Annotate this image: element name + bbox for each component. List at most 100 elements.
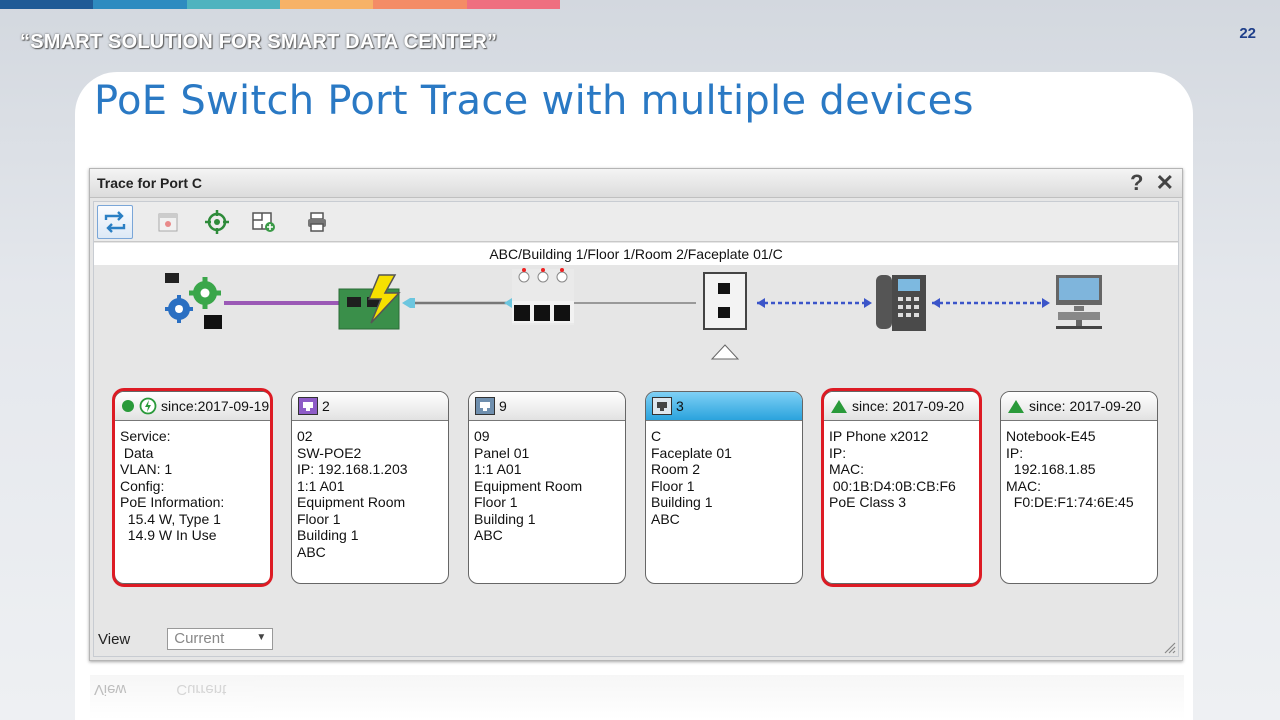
- power-status-icon: [139, 397, 157, 415]
- trace-card-service[interactable]: since:2017-09-19 Service: Data VLAN: 1 Con…: [114, 391, 272, 584]
- card-line: Equipment Room: [474, 477, 583, 494]
- card-since-date: since:2017-09-19: [161, 398, 270, 414]
- dialog-titlebar: Trace for Port C ? ✕: [90, 169, 1182, 198]
- dialog-reflection: View Current: [90, 675, 1184, 720]
- card-line: Faceplate 01: [651, 444, 732, 461]
- slide-tagline: “SMART SOLUTION FOR SMART DATA CENTER”: [20, 31, 498, 53]
- card-line: MAC:: [829, 461, 864, 477]
- card-line: C: [651, 428, 662, 444]
- resize-grip-icon[interactable]: [1162, 640, 1176, 654]
- card-line: SW-POE2: [297, 444, 362, 461]
- color-segment: [279, 0, 374, 9]
- card-details: Notebook-E45 IP: 192.168.1.85 MAC: F0:DE:F…: [1001, 421, 1157, 518]
- card-line: Data: [120, 444, 154, 461]
- panel-port-icon: [475, 397, 495, 415]
- reflection-content: View Current: [94, 681, 226, 698]
- dialog-title: Trace for Port C: [97, 175, 203, 191]
- toolbar: [94, 202, 1178, 242]
- locate-button[interactable]: [199, 205, 235, 239]
- trace-card-outlet[interactable]: 3 C Faceplate 01 Room 2 Floor 1 Building 1 AB…: [645, 391, 803, 584]
- color-segment: [373, 0, 467, 9]
- card-line: IP: 192.168.1.203: [297, 461, 408, 477]
- card-line: ABC: [297, 543, 326, 560]
- card-line: 15.4 W, Type 1: [120, 510, 221, 527]
- floorplan-button[interactable]: [246, 205, 282, 239]
- arrow-head: [1042, 298, 1050, 308]
- card-details: 02 SW-POE2 IP: 192.168.1.203 1:1 A01 Equipme…: [292, 421, 448, 567]
- card-line: 02: [297, 428, 313, 444]
- card-header: since: 2017-09-20: [1001, 392, 1157, 421]
- trace-card-ip-phone[interactable]: since: 2017-09-20 IP Phone x2012 IP: MAC: …: [823, 391, 981, 584]
- triangle-status-icon: [831, 399, 847, 413]
- card-line: 00:1B:D4:0B:CB:F6: [829, 477, 956, 494]
- service-gear-icon: [165, 273, 222, 329]
- calendar-icon: [158, 213, 178, 232]
- dialog-body: ABC/Building 1/Floor 1/Room 2/Faceplate …: [93, 201, 1179, 657]
- card-line: 1:1 A01: [297, 477, 345, 494]
- arrow-head: [932, 298, 940, 308]
- card-line: Building 1: [474, 510, 536, 527]
- triangle-status-icon: [1008, 399, 1024, 413]
- print-icon: [308, 212, 326, 232]
- floorplan-icon: [252, 212, 275, 232]
- card-line: Config:: [120, 477, 165, 494]
- card-line: 192.168.1.85: [1006, 461, 1096, 477]
- card-header: since: 2017-09-20: [824, 392, 980, 421]
- card-line: Floor 1: [297, 510, 341, 527]
- color-segment: [466, 0, 560, 9]
- card-details: IP Phone x2012 IP: MAC: 00:1B:D4:0B:CB:F6 P…: [824, 421, 980, 518]
- card-port-number: 2: [322, 398, 330, 414]
- selection-pointer: [710, 344, 740, 360]
- locate-icon: [205, 210, 229, 234]
- ip-phone-icon: [876, 275, 926, 331]
- card-line: PoE Information:: [120, 494, 225, 510]
- card-line: IP:: [829, 444, 847, 461]
- card-line: Equipment Room: [297, 494, 406, 510]
- card-header: since:2017-09-19: [115, 392, 271, 421]
- status-dot-icon: [122, 400, 134, 412]
- color-segment: [186, 0, 280, 9]
- card-line: Floor 1: [651, 477, 695, 494]
- card-line: Notebook-E45: [1006, 428, 1096, 444]
- view-select-value: Current: [174, 630, 225, 647]
- color-segment: [0, 0, 94, 9]
- card-line: Building 1: [297, 527, 359, 543]
- card-details: Service: Data VLAN: 1 Config: PoE Informati…: [115, 421, 271, 551]
- trace-card-panel-port[interactable]: 9 09 Panel 01 1:1 A01 Equipment Room Floor 1…: [468, 391, 626, 584]
- refresh-trace-icon: [104, 211, 126, 233]
- trace-card-notebook[interactable]: since: 2017-09-20 Notebook-E45 IP: 192.16…: [1000, 391, 1158, 584]
- view-select[interactable]: Current ▼: [167, 628, 274, 650]
- print-button[interactable]: [299, 205, 335, 239]
- card-line: Room 2: [651, 461, 701, 477]
- patch-panel-icon: [512, 268, 574, 325]
- trace-path: ABC/Building 1/Floor 1/Room 2/Faceplate …: [94, 243, 1178, 265]
- card-line: IP:: [1006, 444, 1024, 461]
- close-button[interactable]: ✕: [1156, 170, 1174, 195]
- help-button[interactable]: ?: [1130, 170, 1143, 195]
- refresh-trace-button[interactable]: [97, 205, 133, 239]
- card-header-selected: 3: [646, 392, 802, 421]
- calendar-button[interactable]: [150, 205, 186, 239]
- cable-plug-icon: [402, 298, 415, 308]
- card-line: F0:DE:F1:74:6E:45: [1006, 494, 1134, 510]
- card-since-date: since: 2017-09-20: [852, 398, 965, 414]
- card-line: VLAN: 1: [120, 461, 173, 477]
- card-line: ABC: [651, 510, 680, 527]
- card-line: ABC: [474, 527, 503, 543]
- trace-dialog: Trace for Port C ? ✕ ABC/Building 1/Floo…: [89, 168, 1183, 661]
- card-line: IP Phone x2012: [829, 428, 929, 444]
- reflection-view-value: Current: [176, 681, 227, 698]
- card-port-number: 9: [499, 398, 507, 414]
- card-line: Building 1: [651, 494, 713, 510]
- card-line: Panel 01: [474, 444, 530, 461]
- card-details: 09 Panel 01 1:1 A01 Equipment Room Floor 1 Bu…: [469, 421, 625, 551]
- card-line: 14.9 W In Use: [120, 527, 217, 543]
- top-color-bar: [0, 0, 560, 9]
- view-row: View Current ▼: [98, 628, 274, 650]
- view-label: View: [98, 630, 131, 648]
- card-header: 2: [292, 392, 448, 421]
- color-segment: [93, 0, 187, 9]
- card-port-number: 3: [676, 398, 684, 414]
- trace-card-switch-port[interactable]: 2 02 SW-POE2 IP: 192.168.1.203 1:1 A01 Equip…: [291, 391, 449, 584]
- slide-title: PoE Switch Port Trace with multiple devi…: [94, 78, 974, 124]
